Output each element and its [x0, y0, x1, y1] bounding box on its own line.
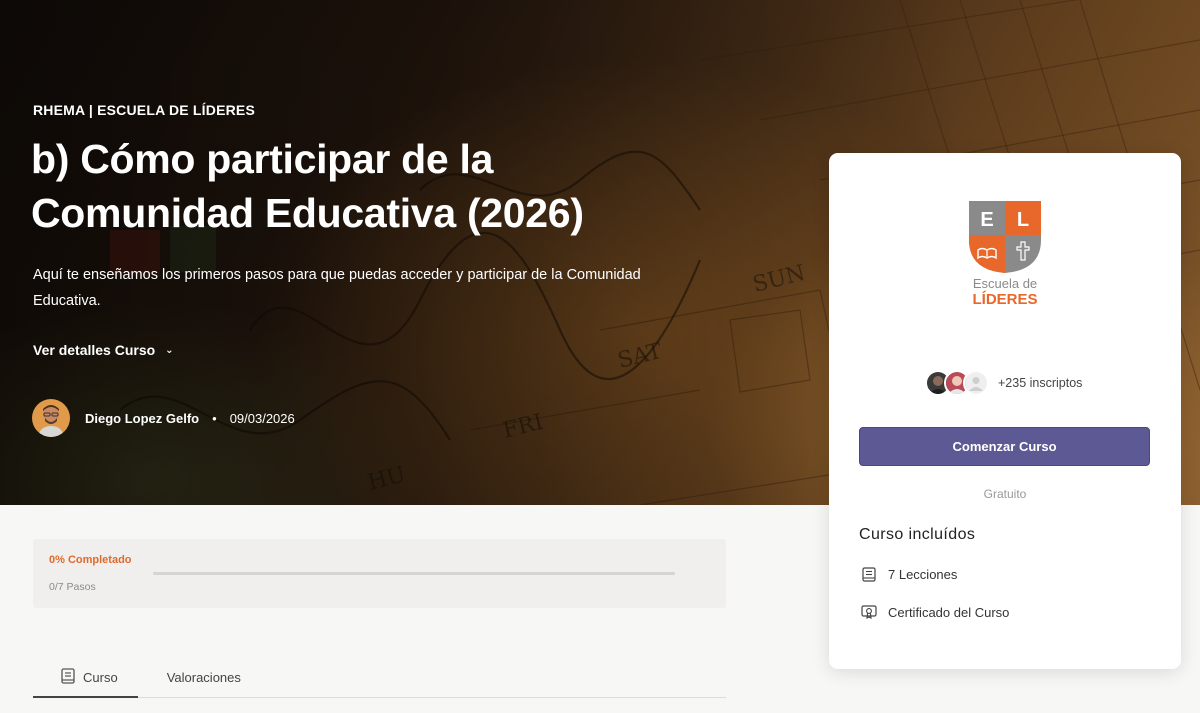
certificate-icon — [859, 602, 879, 622]
book-icon — [61, 667, 75, 687]
course-tabs: Curso Valoraciones — [33, 658, 726, 698]
svg-text:L: L — [1017, 209, 1029, 231]
enrolled-count: +235 inscriptos — [998, 376, 1083, 390]
course-description: Aquí te enseñamos los primeros pasos par… — [33, 267, 641, 309]
tab-curso[interactable]: Curso — [33, 658, 138, 698]
avatar — [963, 370, 989, 396]
svg-text:LÍDERES: LÍDERES — [972, 291, 1037, 307]
includes-item-label: 7 Lecciones — [888, 566, 958, 582]
includes-item-label: Certificado del Curso — [888, 604, 1010, 620]
lessons-icon — [859, 564, 879, 584]
course-progress: 0% Completado 0/7 Pasos — [33, 539, 726, 608]
publish-date: 09/03/2026 — [229, 410, 295, 426]
separator-dot: • — [212, 410, 217, 426]
tab-valoraciones-label: Valoraciones — [166, 670, 241, 685]
includes-item-lessons: 7 Lecciones — [859, 564, 957, 584]
includes-item-certificate: Certificado del Curso — [859, 602, 1009, 622]
course-details-toggle[interactable]: Ver detalles Curso ⌄ — [33, 342, 174, 358]
svg-text:Escuela de: Escuela de — [973, 276, 1037, 291]
chevron-down-icon: ⌄ — [165, 345, 174, 356]
tab-curso-label: Curso — [83, 669, 118, 685]
breadcrumb[interactable]: RHEMA | ESCUELA DE LÍDERES — [33, 102, 255, 118]
enrolled-students: +235 inscriptos — [925, 370, 1082, 396]
tab-valoraciones[interactable]: Valoraciones — [138, 658, 241, 697]
course-enroll-card: E L Escuela de LÍDERES +235 inscriptos C… — [829, 153, 1181, 669]
course-price: Gratuito — [983, 487, 1027, 501]
avatar[interactable] — [32, 399, 70, 437]
progress-percent: 0% Completado — [49, 554, 132, 566]
progress-steps: 0/7 Pasos — [49, 581, 96, 593]
escuela-de-lideres-logo: E L Escuela de LÍDERES — [968, 200, 1042, 308]
course-includes-title: Curso incluídos — [859, 526, 976, 543]
svg-text:E: E — [980, 209, 993, 231]
start-course-button[interactable]: Comenzar Curso — [859, 427, 1150, 466]
page-title: b) Cómo participar de la Comunidad Educa… — [31, 136, 584, 236]
course-details-label: Ver detalles Curso — [33, 342, 156, 358]
course-author: Diego Lopez Gelfo • 09/03/2026 — [32, 399, 295, 437]
progress-bar — [153, 572, 675, 575]
author-name[interactable]: Diego Lopez Gelfo — [85, 411, 199, 426]
